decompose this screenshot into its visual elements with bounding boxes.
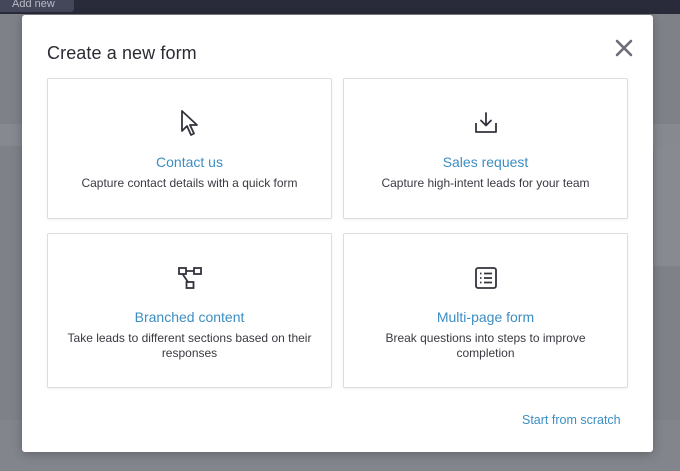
- list-document-icon: [473, 265, 499, 296]
- modal-title: Create a new form: [47, 43, 197, 63]
- cursor-arrow-icon: [179, 109, 201, 142]
- template-card-branched-content[interactable]: Branched content Take leads to different…: [47, 233, 332, 388]
- template-card-multi-page-form[interactable]: Multi-page form Break questions into ste…: [343, 233, 628, 388]
- start-from-scratch-link[interactable]: Start from scratch: [522, 413, 621, 427]
- card-description: Capture high-intent leads for your team: [381, 176, 590, 190]
- template-card-sales-request[interactable]: Sales request Capture high-intent leads …: [343, 78, 628, 219]
- card-title: Sales request: [442, 154, 529, 170]
- branch-nodes-icon: [177, 266, 203, 295]
- download-tray-icon: [473, 110, 499, 141]
- add-new-button: Add new: [0, 0, 74, 12]
- card-description: Capture contact details with a quick for…: [81, 176, 298, 190]
- background-side-panel: [654, 146, 680, 266]
- create-form-modal: Create a new form Contact us Capture con…: [22, 15, 653, 452]
- card-description: Break questions into steps to improve co…: [385, 331, 586, 360]
- card-title: Branched content: [134, 309, 245, 325]
- card-title: Contact us: [156, 154, 223, 170]
- template-card-contact-us[interactable]: Contact us Capture contact details with …: [47, 78, 332, 219]
- close-icon[interactable]: [614, 38, 634, 58]
- background-top-bar: Add new: [0, 0, 680, 14]
- card-description: Take leads to different sections based o…: [67, 331, 312, 360]
- card-title: Multi-page form: [436, 309, 535, 325]
